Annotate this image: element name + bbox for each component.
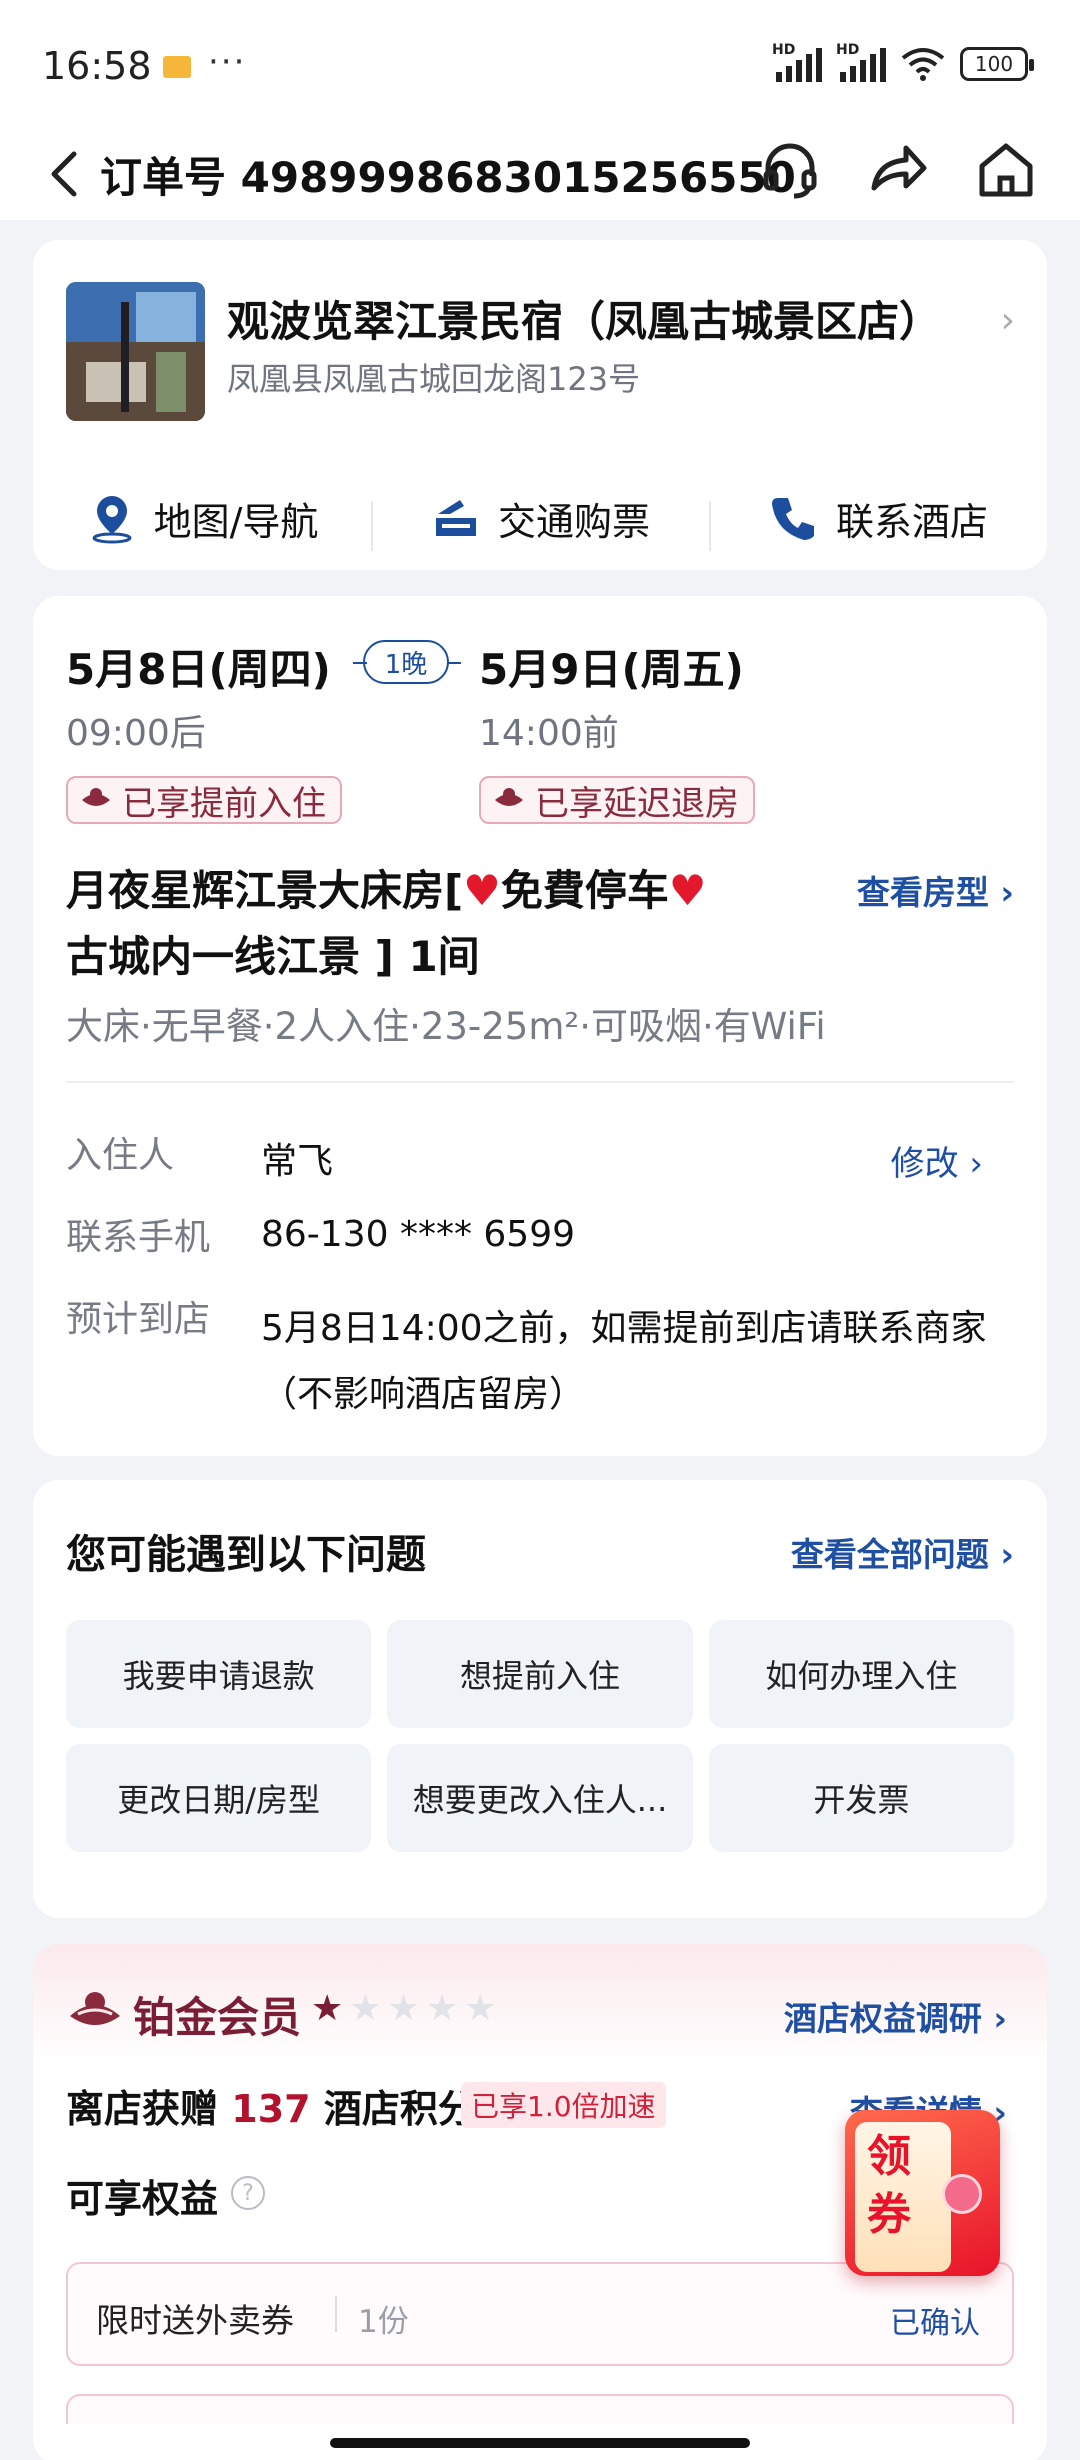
divider: [66, 1081, 1014, 1083]
more-notifications-icon: ···: [208, 42, 247, 82]
status-time: 16:58: [42, 44, 152, 88]
room-title: 月夜星辉江景大床房[♥免費停车♥ 古城内一线江景 ] 1间: [66, 866, 707, 981]
checkout-time: 14:00前: [479, 713, 619, 754]
hotel-address: 凤凰县凤凰古城回龙阁123号: [227, 360, 641, 398]
heart-icon: ♥: [668, 866, 707, 915]
home-icon[interactable]: [974, 138, 1038, 202]
member-stars: ★★★★★: [311, 1988, 502, 2029]
points-value: 137: [231, 2087, 311, 2131]
chevron-right-icon[interactable]: ›: [1001, 300, 1015, 341]
rights-label: 可享权益: [66, 2177, 219, 2221]
faq-title: 您可能遇到以下问题: [66, 1532, 426, 1578]
member-logo-icon: [70, 1992, 120, 2025]
hotel-photo[interactable]: [66, 282, 205, 421]
arrival-label: 预计到店: [66, 1299, 211, 1340]
contact-hotel-label: 联系酒店: [835, 499, 988, 544]
signal-icon-2: HD: [836, 42, 886, 82]
faq-how-checkin-button[interactable]: 如何办理入住: [708, 1620, 1014, 1728]
coupon-badge-icon: [942, 2174, 982, 2214]
home-indicator[interactable]: [330, 2438, 750, 2448]
order-label: 订单号: [100, 153, 227, 202]
member-crown-icon: [495, 788, 523, 806]
benefit-status: 已确认: [890, 2306, 980, 2341]
benefit-quantity: 1份: [358, 2304, 409, 2340]
claim-coupon-widget[interactable]: 领券: [845, 2110, 1000, 2276]
star-filled-icon: ★: [311, 1988, 350, 2029]
faq-early-checkin-button[interactable]: 想提前入住: [387, 1620, 693, 1728]
wifi-icon: [901, 48, 945, 81]
early-checkin-badge: 已享提前入住: [66, 776, 342, 824]
stay-details-card: 5月8日(周四) 1晚 5月9日(周五) 09:00后 14:00前 已享提前入…: [33, 596, 1047, 1456]
faq-invoice-button[interactable]: 开发票: [708, 1744, 1014, 1852]
guest-label: 入住人: [66, 1135, 175, 1176]
battery-icon: 100: [960, 47, 1034, 81]
benefit-row-partial: [66, 2394, 1014, 2424]
edit-guest-link[interactable]: 修改 ›: [891, 1136, 983, 1185]
faq-card: 您可能遇到以下问题 查看全部问题 › 我要申请退款 想提前入住 如何办理入住 更…: [33, 1480, 1047, 1918]
late-checkout-badge: 已享延迟退房: [479, 776, 755, 824]
member-crown-icon: [82, 788, 110, 806]
faq-grid: 我要申请退款 想提前入住 如何办理入住 更改日期/房型 想要更改入住人... 开…: [66, 1620, 1014, 1852]
phone-label: 联系手机: [66, 1217, 211, 1258]
benefit-row: 限时送外卖券 1份 已确认: [66, 2262, 1014, 2366]
arrival-value: 5月8日14:00之前，如需提前到店请联系商家（不影响酒店留房）: [261, 1308, 987, 1415]
star-empty-icon: ★★★★: [349, 1988, 503, 2029]
view-room-type-link[interactable]: 查看房型 ›: [857, 866, 1014, 914]
points-line: 离店获赠 137 酒店积分: [66, 2087, 476, 2131]
phone-icon: [771, 498, 814, 540]
nights-badge: 1晚: [363, 640, 449, 684]
order-title: 订单号 4989998683015256550: [100, 144, 796, 205]
transport-tickets-label: 交通购票: [497, 499, 650, 544]
checkin-date: 5月8日(周四): [66, 645, 331, 694]
room-features: 大床·无早餐·2人入住·23-25m²·可吸烟·有WiFi: [66, 1005, 826, 1048]
notification-icon: [163, 56, 191, 78]
transport-tickets-button[interactable]: 交通购票: [371, 491, 709, 551]
claim-coupon-label: 领券: [867, 2131, 911, 2240]
hotel-rights-survey-link[interactable]: 酒店权益调研 ›: [784, 1992, 1007, 2040]
checkin-time: 09:00后: [66, 713, 206, 754]
map-navigation-label: 地图/导航: [153, 499, 319, 544]
speed-badge: 已享1.0倍加速: [461, 2082, 666, 2128]
faq-refund-button[interactable]: 我要申请退款: [66, 1620, 372, 1728]
contact-hotel-button[interactable]: 联系酒店: [709, 491, 1047, 551]
nights-line-right: [447, 662, 461, 664]
status-indicators: HD HD 100: [772, 42, 1034, 82]
help-icon[interactable]: ?: [231, 2176, 265, 2210]
map-navigation-button[interactable]: 地图/导航: [33, 491, 371, 546]
phone-number: 86-130 **** 6599: [261, 1214, 576, 1255]
faq-change-guest-button[interactable]: 想要更改入住人...: [387, 1744, 693, 1852]
hotel-name[interactable]: 观波览翠江景民宿（凤凰古城景区店）: [227, 288, 941, 349]
view-all-questions-link[interactable]: 查看全部问题 ›: [791, 1528, 1014, 1576]
member-tier-title: 铂金会员: [133, 1993, 302, 2042]
top-nav-bar: 订单号 4989998683015256550: [0, 120, 1080, 220]
hotel-card: 观波览翠江景民宿（凤凰古城景区店） › 凤凰县凤凰古城回龙阁123号 地图/导航…: [33, 240, 1047, 570]
order-number: 4989998683015256550: [240, 153, 796, 202]
signal-icon: HD: [772, 42, 822, 82]
guest-name: 常飞: [261, 1141, 334, 1182]
headset-icon[interactable]: [758, 138, 822, 202]
benefit-name: 限时送外卖券: [96, 2301, 294, 2340]
checkout-date: 5月9日(周五): [479, 645, 744, 694]
transport-icon: [435, 500, 476, 536]
hotel-actions: 地图/导航 交通购票 联系酒店: [33, 468, 1047, 568]
map-pin-icon: [92, 496, 132, 544]
back-icon[interactable]: [40, 144, 90, 204]
status-bar: 16:58 ··· HD HD 100: [0, 0, 1080, 130]
faq-change-date-button[interactable]: 更改日期/房型: [66, 1744, 372, 1852]
heart-icon: ♥: [463, 866, 501, 915]
share-icon[interactable]: [866, 138, 930, 202]
divider: [335, 2296, 337, 2332]
